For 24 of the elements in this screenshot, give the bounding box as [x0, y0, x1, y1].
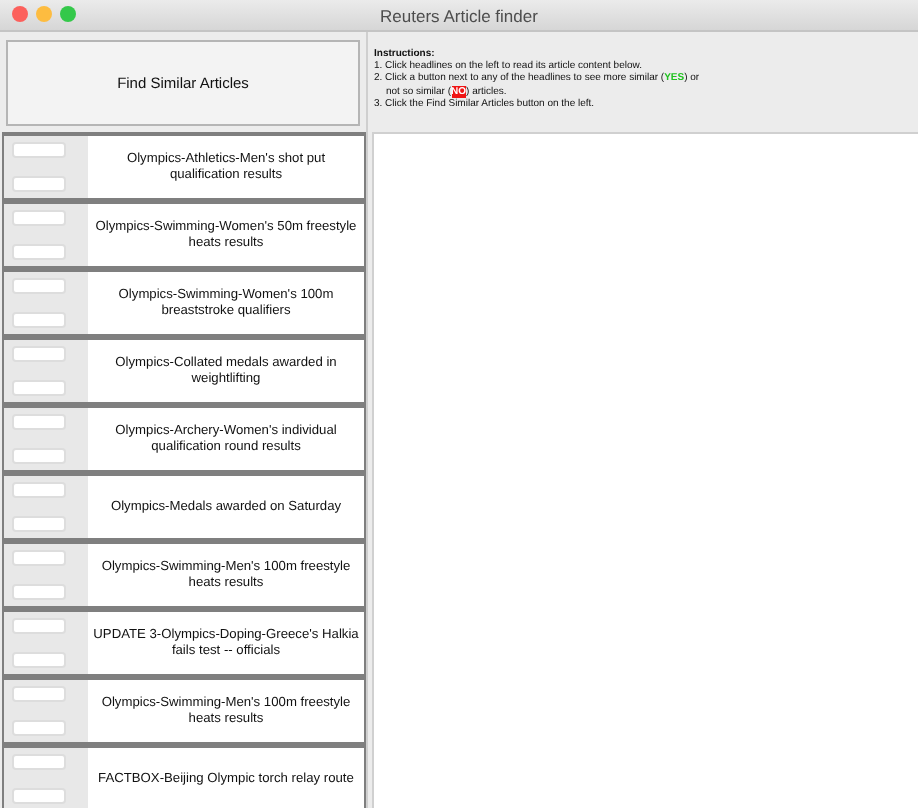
vote-button[interactable] [12, 754, 66, 770]
vote-button[interactable] [12, 346, 66, 362]
vote-button[interactable] [12, 652, 66, 668]
vote-button[interactable] [12, 142, 66, 158]
vote-button[interactable] [12, 584, 66, 600]
vote-button[interactable] [12, 550, 66, 566]
vote-button[interactable] [12, 448, 66, 464]
window-title: Reuters Article finder [380, 5, 538, 25]
vote-button[interactable] [12, 176, 66, 192]
vote-button[interactable] [12, 210, 66, 226]
vote-button[interactable] [12, 312, 66, 328]
vote-button[interactable] [12, 414, 66, 430]
vote-button[interactable] [12, 482, 66, 498]
minimize-button[interactable] [36, 6, 52, 22]
close-button[interactable] [12, 6, 28, 22]
vote-button[interactable] [12, 686, 66, 702]
vote-button[interactable] [12, 380, 66, 396]
vote-button[interactable] [12, 244, 66, 260]
vote-button[interactable] [12, 516, 66, 532]
vote-button[interactable] [12, 278, 66, 294]
vote-button[interactable] [12, 618, 66, 634]
vote-button[interactable] [12, 788, 66, 804]
vote-button[interactable] [12, 720, 66, 736]
zoom-button[interactable] [60, 6, 76, 22]
